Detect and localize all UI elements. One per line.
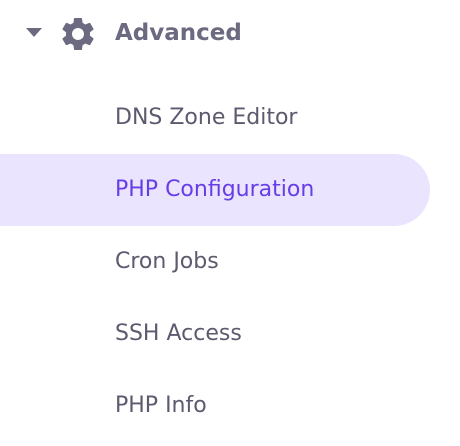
menu-item-label: Cron Jobs xyxy=(115,249,219,274)
section-title: Advanced xyxy=(115,20,242,46)
menu-item-label: PHP Info xyxy=(115,393,207,418)
menu-item-php-info[interactable]: PHP Info xyxy=(0,370,430,442)
caret-down-icon[interactable] xyxy=(26,28,42,37)
menu-item-label: SSH Access xyxy=(115,321,242,346)
menu-item-php-configuration[interactable]: PHP Configuration xyxy=(0,154,430,226)
gear-icon xyxy=(62,17,94,50)
menu-item-label: PHP Configuration xyxy=(115,177,315,202)
menu-item-cron-jobs[interactable]: Cron Jobs xyxy=(0,226,430,298)
menu-item-label: DNS Zone Editor xyxy=(115,105,298,130)
menu-item-dns-zone-editor[interactable]: DNS Zone Editor xyxy=(0,82,430,154)
advanced-submenu: DNS Zone Editor PHP Configuration Cron J… xyxy=(0,82,460,442)
advanced-section-header[interactable]: Advanced xyxy=(0,0,460,66)
menu-item-ssh-access[interactable]: SSH Access xyxy=(0,298,430,370)
